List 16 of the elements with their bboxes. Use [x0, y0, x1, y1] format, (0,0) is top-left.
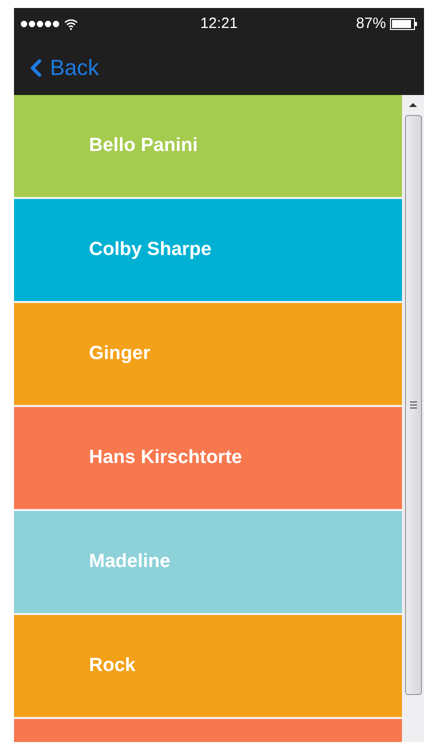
signal-dots-icon	[20, 20, 60, 28]
list-row[interactable]: Madeline	[14, 511, 402, 613]
grip-icon	[410, 401, 416, 409]
wifi-icon	[64, 18, 78, 30]
list-row[interactable]: Rock	[14, 615, 402, 717]
scrollbar[interactable]	[402, 95, 424, 742]
scroll-up-icon[interactable]	[408, 100, 418, 110]
scrollbar-thumb[interactable]	[404, 115, 422, 695]
list-row[interactable]: Colby Sharpe	[14, 199, 402, 301]
status-time: 12:21	[200, 14, 238, 34]
list-row[interactable]: Bello Panini	[14, 95, 402, 197]
battery-icon	[390, 18, 418, 30]
battery-percent: 87%	[356, 14, 386, 34]
back-button[interactable]: Back	[22, 51, 99, 84]
list-row[interactable]: Ginger	[14, 303, 402, 405]
list-row[interactable]: Hans Kirschtorte	[14, 407, 402, 509]
